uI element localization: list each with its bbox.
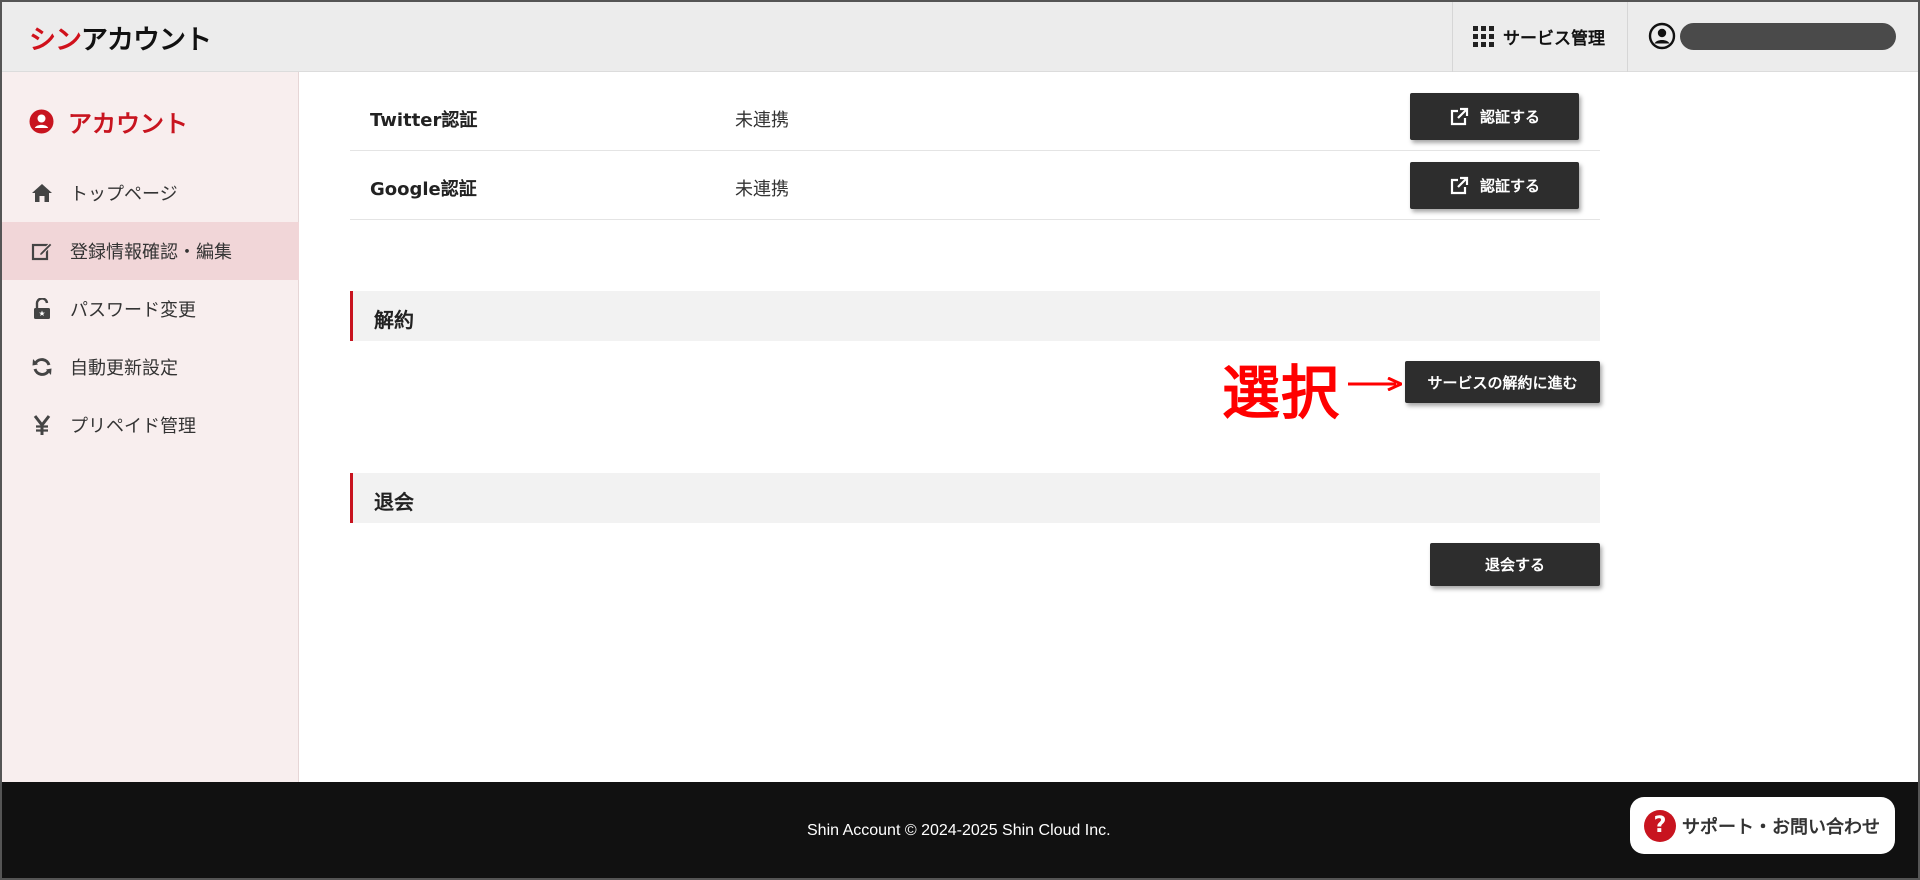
withdraw-button[interactable]: 退会する	[1430, 543, 1600, 586]
support-contact-button[interactable]: ? サポート・お問い合わせ	[1630, 797, 1895, 854]
twitter-auth-button[interactable]: 認証する	[1410, 93, 1579, 140]
service-management-button[interactable]: サービス管理	[1452, 0, 1628, 72]
withdraw-section-heading: 退会	[350, 473, 1600, 523]
service-management-label: サービス管理	[1503, 28, 1605, 49]
sidebar-item-label: トップページ	[70, 184, 178, 205]
annotation-arrow-icon	[1348, 377, 1402, 391]
unlock-icon	[30, 297, 54, 321]
auth-row-label: Twitter認証	[370, 110, 478, 131]
question-icon: ?	[1644, 809, 1676, 842]
section-heading-text: 解約	[374, 308, 414, 332]
external-link-icon	[1450, 176, 1469, 194]
sidebar-item-profile-edit[interactable]: 登録情報確認・編集	[0, 222, 299, 280]
annotation-select-text: 選択	[1222, 359, 1341, 427]
sidebar-item-password-change[interactable]: パスワード変更	[0, 280, 299, 338]
sidebar-title: アカウント	[29, 104, 188, 139]
edit-icon	[30, 239, 54, 263]
user-menu[interactable]	[1648, 20, 1896, 52]
external-link-icon	[1450, 107, 1469, 125]
site-logo[interactable]: シンアカウント	[29, 18, 212, 57]
auth-row-status: 未連携	[735, 110, 789, 131]
google-auth-button[interactable]: 認証する	[1410, 162, 1579, 209]
auth-row-google: Google認証 未連携 認証する	[350, 151, 1600, 220]
account-icon	[29, 109, 54, 134]
footer-copyright: Shin Account © 2024-2025 Shin Cloud Inc.	[807, 822, 1111, 839]
button-label: サービスの解約に進む	[1427, 373, 1578, 392]
service-cancel-button[interactable]: サービスの解約に進む	[1405, 361, 1600, 403]
user-name-redacted	[1680, 22, 1896, 50]
cancel-section-heading: 解約	[350, 291, 1600, 341]
logo-part-red: シン	[29, 25, 82, 56]
home-icon	[30, 181, 54, 205]
main-content: Twitter認証 未連携 認証する Google認証 未連携 認証する 解約 …	[300, 72, 1920, 782]
sidebar-item-label: 自動更新設定	[70, 358, 178, 379]
section-heading-text: 退会	[374, 490, 414, 514]
button-label: 認証する	[1479, 108, 1540, 126]
support-label: サポート・お問い合わせ	[1682, 816, 1880, 838]
sidebar-title-text: アカウント	[68, 110, 188, 138]
sidebar-item-top-page[interactable]: トップページ	[0, 164, 299, 222]
yen-icon	[30, 413, 54, 437]
sidebar: アカウント トップページ 登録情報確認・編集 パスワード変更 自動更新設定 プリ…	[0, 72, 299, 782]
sidebar-item-label: プリペイド管理	[70, 416, 196, 437]
sidebar-nav: トップページ 登録情報確認・編集 パスワード変更 自動更新設定 プリペイド管理	[0, 164, 299, 454]
sidebar-item-auto-renew[interactable]: 自動更新設定	[0, 338, 299, 396]
button-label: 認証する	[1479, 177, 1540, 195]
top-header: シンアカウント サービス管理	[0, 0, 1920, 72]
sidebar-item-prepaid[interactable]: プリペイド管理	[0, 396, 299, 454]
grid-icon	[1473, 25, 1494, 47]
auth-row-twitter: Twitter認証 未連携 認証する	[350, 82, 1600, 151]
user-circle-icon	[1648, 22, 1676, 50]
sidebar-item-label: パスワード変更	[70, 300, 196, 321]
auth-row-status: 未連携	[735, 179, 789, 200]
button-label: 退会する	[1484, 556, 1545, 574]
logo-part-black: アカウント	[81, 25, 212, 56]
refresh-icon	[30, 355, 54, 379]
sidebar-item-label: 登録情報確認・編集	[70, 242, 232, 263]
auth-row-label: Google認証	[370, 179, 477, 200]
